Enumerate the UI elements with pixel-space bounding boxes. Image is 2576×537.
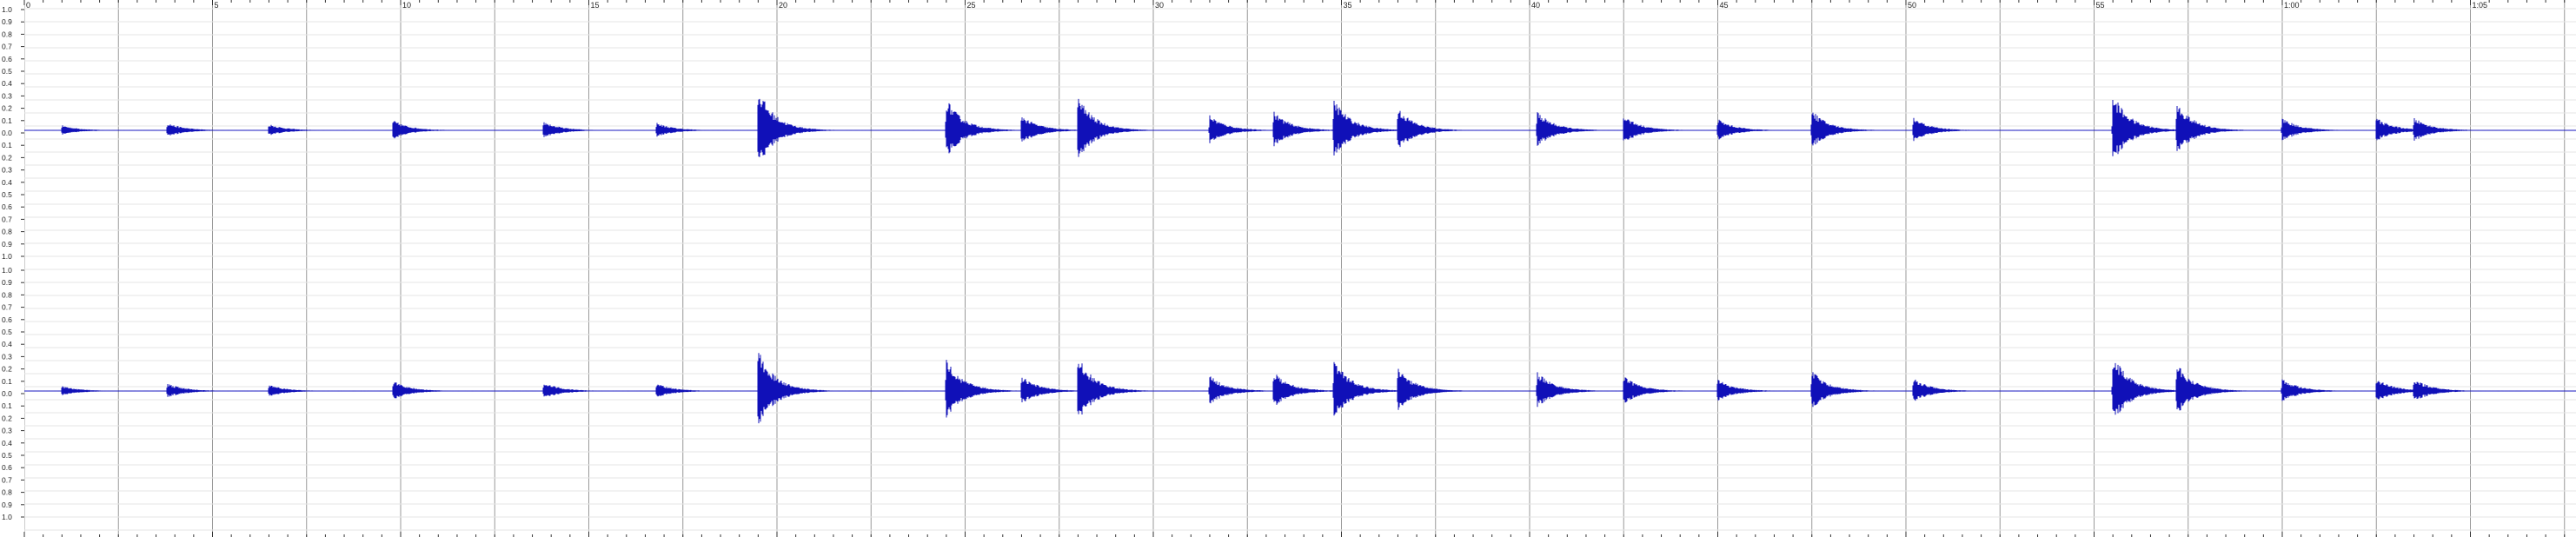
amplitude-label: 0.1 xyxy=(2,116,12,125)
amplitude-label: 0.4 xyxy=(2,439,12,448)
amplitude-label: 0.2 xyxy=(2,104,12,113)
ruler-label: 25 xyxy=(967,1,976,9)
ruler-label: 1:05 xyxy=(2473,1,2488,9)
ruler-label: 50 xyxy=(1908,1,1916,9)
ruler-label: 30 xyxy=(1155,1,1164,9)
time-ruler-bottom xyxy=(23,532,2566,537)
amplitude-label: 0.8 xyxy=(2,30,12,38)
amplitude-label: 0.3 xyxy=(2,166,12,175)
amplitude-label: 0.0 xyxy=(2,389,12,398)
amplitude-label: 0.3 xyxy=(2,427,12,435)
amplitude-label: 0.6 xyxy=(2,202,12,211)
waveform-peaks xyxy=(24,98,2576,157)
amplitude-label: 0.4 xyxy=(2,178,12,187)
amplitude-label: 0.2 xyxy=(2,365,12,374)
amplitude-label: 0.6 xyxy=(2,463,12,472)
amplitude-label: 0.1 xyxy=(2,141,12,149)
channel-1-waveform[interactable] xyxy=(24,9,2576,269)
amplitude-label: 0.8 xyxy=(2,488,12,497)
amplitude-label: 0.2 xyxy=(2,414,12,422)
ruler-label: 15 xyxy=(591,1,600,9)
ruler-label: 40 xyxy=(1531,1,1540,9)
amplitude-label: 0.1 xyxy=(2,377,12,386)
amplitude-label: 0.9 xyxy=(2,240,12,249)
amplitude-label: 0.9 xyxy=(2,278,12,287)
amplitude-label: 0.7 xyxy=(2,43,12,51)
amplitude-label: 0.7 xyxy=(2,303,12,312)
amplitude-label: 0.5 xyxy=(2,328,12,336)
ruler-label: 45 xyxy=(1720,1,1729,9)
waveform-peaks xyxy=(24,353,2576,424)
amplitude-label: 0.5 xyxy=(2,190,12,199)
amplitude-label: 0.8 xyxy=(2,290,12,299)
amplitude-label: 0.9 xyxy=(2,17,12,26)
amplitude-label: 0.6 xyxy=(2,315,12,324)
amplitude-label: 0.1 xyxy=(2,401,12,410)
amplitude-label: 0.6 xyxy=(2,55,12,63)
ruler-label: 35 xyxy=(1344,1,1352,9)
amplitude-label: 0.5 xyxy=(2,451,12,460)
ruler-label: 0 xyxy=(26,1,30,9)
ruler-label: 1:00 xyxy=(2284,1,2300,9)
amplitude-label: 1.0 xyxy=(2,513,12,521)
waveform-editor[interactable]: 0 5 10 15 20 25 30 35 40 45 50 55 1:00 1:05 1.0 0.9 0.8… xyxy=(0,0,2576,537)
amplitude-label: 0.7 xyxy=(2,475,12,484)
amplitude-label: 0.5 xyxy=(2,67,12,76)
amplitude-label: 1.0 xyxy=(2,266,12,275)
amplitude-label: 0.8 xyxy=(2,228,12,236)
ruler-label: 55 xyxy=(2096,1,2105,9)
amplitude-label: 1.0 xyxy=(2,252,12,261)
ruler-label: 20 xyxy=(779,1,787,9)
channel-2-waveform[interactable] xyxy=(24,269,2576,530)
amplitude-label: 0.9 xyxy=(2,501,12,509)
time-ruler-top[interactable]: 0 5 10 15 20 25 30 35 40 45 50 55 1:00 1:05 xyxy=(0,0,2576,9)
amplitude-label: 1.0 xyxy=(2,5,12,14)
amplitude-label: 0.3 xyxy=(2,352,12,361)
amplitude-label: 0.4 xyxy=(2,79,12,88)
amplitude-scale: 1.0 0.9 0.8 0.7 0.6 0.5 0.4 0.3 0.2 0.1 0.0 0.1 0.2 0… xyxy=(2,5,24,521)
amplitude-label: 0.3 xyxy=(2,91,12,100)
amplitude-label: 0.7 xyxy=(2,215,12,223)
amplitude-label: 0.2 xyxy=(2,153,12,162)
amplitude-label: 0.4 xyxy=(2,340,12,348)
ruler-label: 5 xyxy=(215,1,219,9)
amplitude-label: 0.0 xyxy=(2,129,12,137)
ruler-label: 10 xyxy=(402,1,411,9)
